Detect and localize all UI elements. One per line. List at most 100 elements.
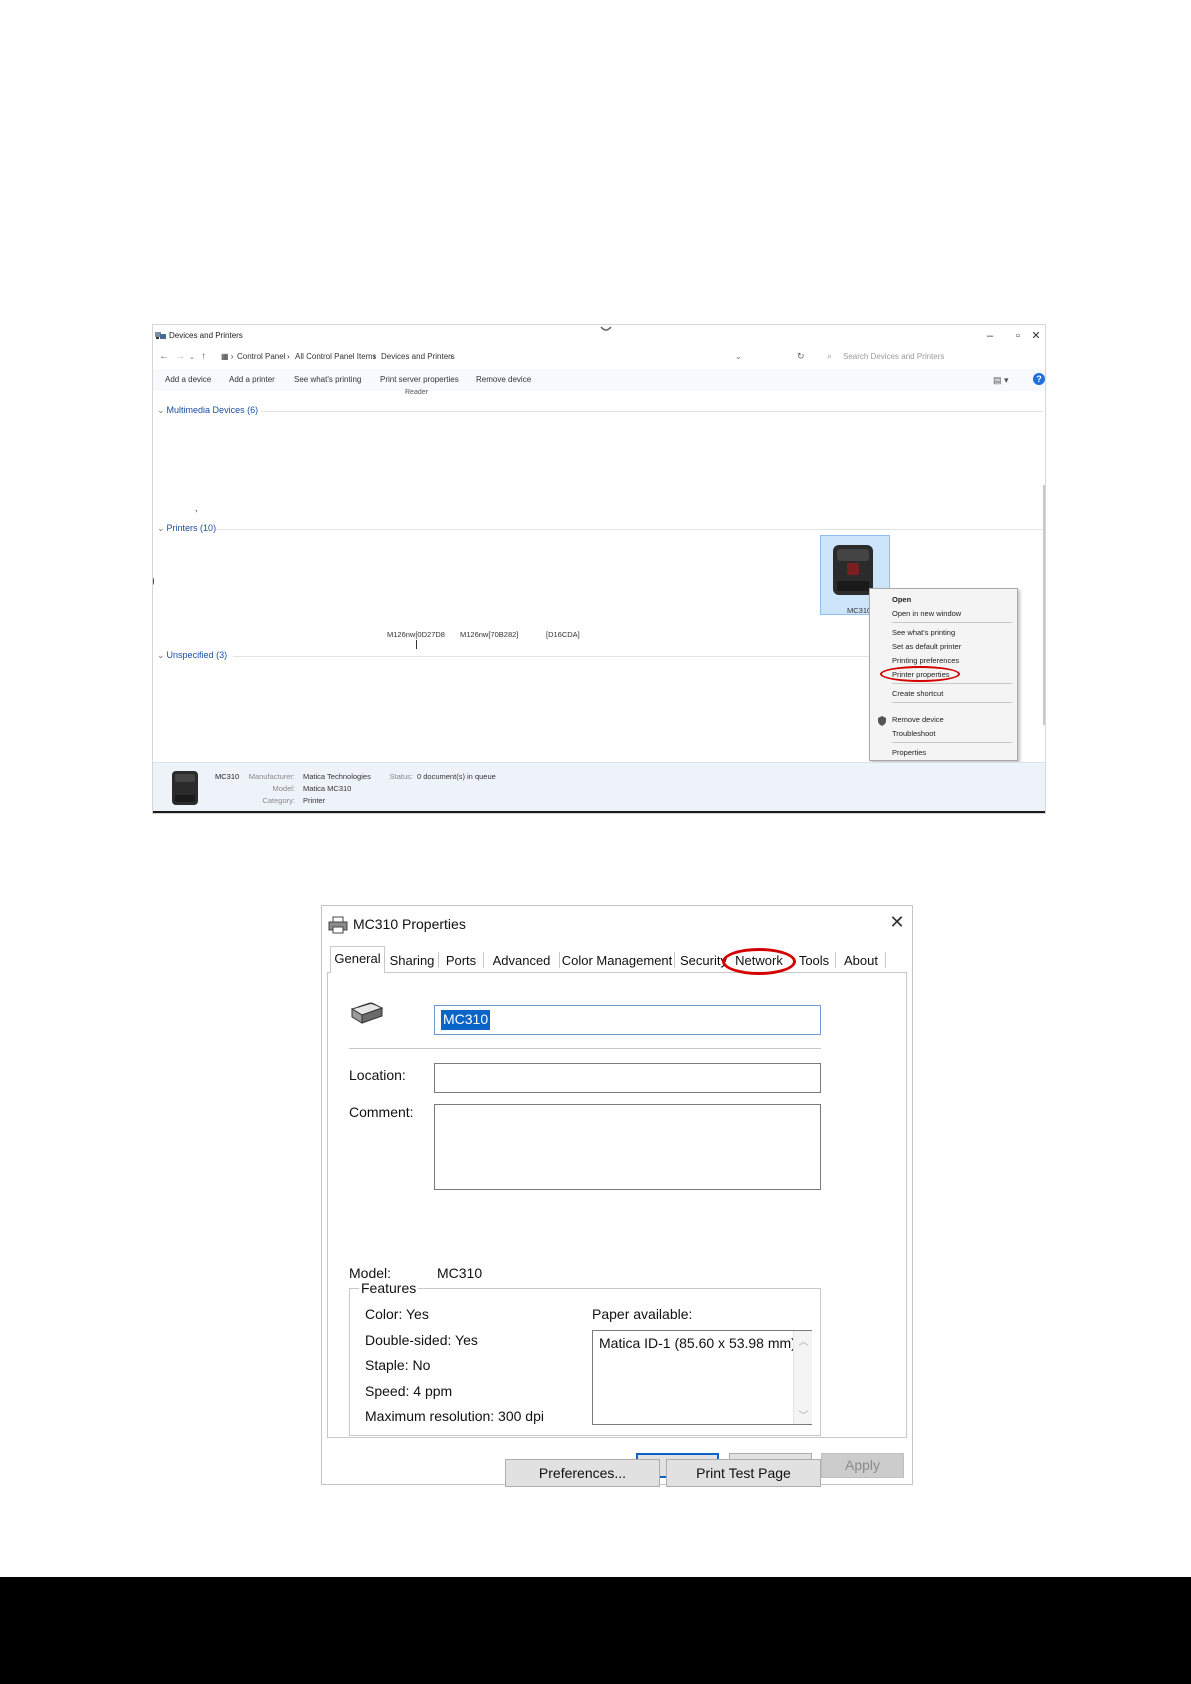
preferences-button[interactable]: Preferences... (505, 1459, 660, 1487)
printer-name-selection[interactable]: MC310 (441, 1010, 491, 1030)
details-key: Model: (272, 784, 295, 793)
divider (233, 656, 869, 657)
group-multimedia-devices[interactable]: ⌄ Multimedia Devices (6) (157, 405, 258, 416)
tab-ports[interactable]: Ports (440, 949, 482, 972)
tab-divider (559, 952, 560, 968)
tab-about[interactable]: About (837, 949, 885, 972)
tab-tools[interactable]: Tools (794, 949, 834, 972)
menu-item-open[interactable]: Open (892, 595, 911, 604)
breadcrumb[interactable]: ▦ › Control Panel › All Control Panel It… (221, 350, 751, 364)
menu-item-create-shortcut[interactable]: Create shortcut (892, 689, 943, 698)
details-status: 0 document(s) in queue (417, 772, 496, 781)
divider (261, 411, 1043, 412)
tab-divider (885, 952, 886, 968)
menu-item-troubleshoot[interactable]: Troubleshoot (892, 729, 936, 738)
details-key: Manufacturer: (248, 772, 295, 781)
feature-color: Color: Yes (365, 1306, 429, 1322)
menu-item-open-new-window[interactable]: Open in new window (892, 609, 961, 618)
scroll-up-icon[interactable]: ︿ (794, 1333, 813, 1348)
paper-available-list[interactable]: Matica ID-1 (85.60 x 53.98 mm) ︿ ﹀ (592, 1330, 812, 1425)
forward-icon[interactable]: → (175, 351, 185, 362)
search-box[interactable]: ⌕ Search Devices and Printers (821, 350, 1043, 364)
location-input[interactable] (434, 1063, 821, 1093)
help-icon[interactable]: ? (1033, 373, 1045, 385)
menu-separator (892, 683, 1012, 684)
breadcrumb-separator: › (373, 352, 376, 361)
breadcrumb-item[interactable]: Control Panel (237, 352, 285, 361)
printer-icon (350, 1002, 384, 1024)
group-unspecified[interactable]: ⌄ Unspecified (3) (157, 650, 227, 661)
breadcrumb-item[interactable]: All Control Panel Items (295, 352, 376, 361)
menu-item-remove-device[interactable]: Remove device (892, 715, 944, 724)
scrollbar[interactable] (1043, 485, 1045, 725)
breadcrumb-separator: › (450, 352, 453, 361)
printer-label[interactable]: M126nw[70B282] (460, 630, 518, 639)
command-bar: Add a device Add a printer See what's pr… (153, 369, 1045, 391)
menu-item-properties[interactable]: Properties (892, 748, 926, 757)
print-test-page-button[interactable]: Print Test Page (666, 1459, 821, 1487)
address-dropdown-icon[interactable]: ⌄ (735, 352, 742, 361)
chevron-down-icon: ⌄ (157, 523, 165, 533)
paper-available-label: Paper available: (592, 1306, 693, 1322)
remove-device-button[interactable]: Remove device (476, 375, 531, 384)
context-menu: Open Open in new window See what's print… (869, 588, 1018, 761)
menu-item-printing-preferences[interactable]: Printing preferences (892, 656, 959, 665)
breadcrumb-item[interactable]: Devices and Printers (381, 352, 455, 361)
print-server-properties-button[interactable]: Print server properties (380, 375, 459, 384)
tab-color-management[interactable]: Color Management (561, 949, 673, 972)
highlight-ring (722, 948, 796, 975)
add-device-button[interactable]: Add a device (165, 375, 211, 384)
tab-divider (483, 952, 484, 968)
refresh-icon[interactable]: ↻ (797, 351, 805, 362)
list-item[interactable]: Matica ID-1 (85.60 x 53.98 mm) (599, 1335, 796, 1351)
up-icon[interactable]: ↑ (201, 351, 206, 362)
change-view-icon[interactable]: ▤ ▾ (993, 375, 1009, 386)
list-scrollbar[interactable]: ︿ ﹀ (793, 1331, 812, 1424)
scroll-down-icon[interactable]: ﹀ (794, 1407, 813, 1422)
search-placeholder[interactable]: Search Devices and Printers (843, 352, 944, 361)
devices-printers-icon (155, 332, 166, 339)
details-key: Status: (389, 772, 413, 781)
menu-item-see-printing[interactable]: See what's printing (892, 628, 955, 637)
minimize-icon[interactable]: – (983, 329, 997, 343)
printer-properties-dialog: MC310 Properties ✕ General Sharing Ports… (321, 905, 913, 1487)
back-icon[interactable]: ← (159, 351, 169, 362)
details-manufacturer: Matica Technologies (303, 772, 371, 781)
tab-security[interactable]: Security (676, 949, 727, 972)
clipped-device-label: Reader (405, 389, 428, 396)
menu-item-set-default[interactable]: Set as default printer (892, 642, 961, 651)
comment-textarea[interactable] (434, 1104, 821, 1190)
feature-max-resolution: Maximum resolution: 300 dpi (365, 1408, 544, 1424)
restore-icon[interactable]: ▫ (1011, 329, 1025, 343)
details-model: Matica MC310 (303, 784, 352, 793)
printer-label[interactable]: M126nw[0D27D8 (387, 630, 445, 639)
menu-separator (892, 742, 1012, 743)
details-pane: MC310 Manufacturer: Matica Technologies … (153, 762, 1045, 811)
apply-button[interactable]: Apply (821, 1453, 904, 1478)
menu-separator (892, 622, 1012, 623)
tab-advanced[interactable]: Advanced (485, 949, 558, 972)
tab-sharing[interactable]: Sharing (387, 949, 437, 972)
recent-locations-icon[interactable]: ⌄ (189, 353, 195, 361)
window-titlebar: Devices and Printers – ▫ ✕ (153, 325, 1045, 347)
card-printer-icon (172, 771, 198, 805)
feature-double-sided: Double-sided: Yes (365, 1332, 478, 1348)
address-bar: ← → ⌄ ↑ ▦ › Control Panel › All Control … (153, 347, 1045, 367)
location-label: Location: (349, 1067, 406, 1083)
divider (217, 529, 1043, 530)
printer-icon (328, 916, 348, 934)
add-printer-button[interactable]: Add a printer (229, 375, 275, 384)
close-icon[interactable]: ✕ (1029, 329, 1043, 343)
see-printing-button[interactable]: See what's printing (294, 375, 361, 384)
chevron-down-icon: ⌄ (157, 405, 165, 415)
features-legend: Features (359, 1280, 419, 1296)
group-printers[interactable]: ⌄ Printers (10) (157, 523, 216, 534)
printer-name-input[interactable]: MC310 (434, 1005, 821, 1035)
general-tab-panel: MC310 Location: Comment: Model: MC310 Fe… (327, 972, 907, 1487)
printer-label[interactable]: [D16CDA] (546, 630, 580, 639)
close-icon[interactable]: ✕ (887, 912, 907, 932)
comment-label: Comment: (349, 1104, 414, 1120)
feature-staple: Staple: No (365, 1357, 431, 1373)
details-key: Category: (262, 796, 295, 805)
tab-general[interactable]: General (330, 946, 385, 973)
